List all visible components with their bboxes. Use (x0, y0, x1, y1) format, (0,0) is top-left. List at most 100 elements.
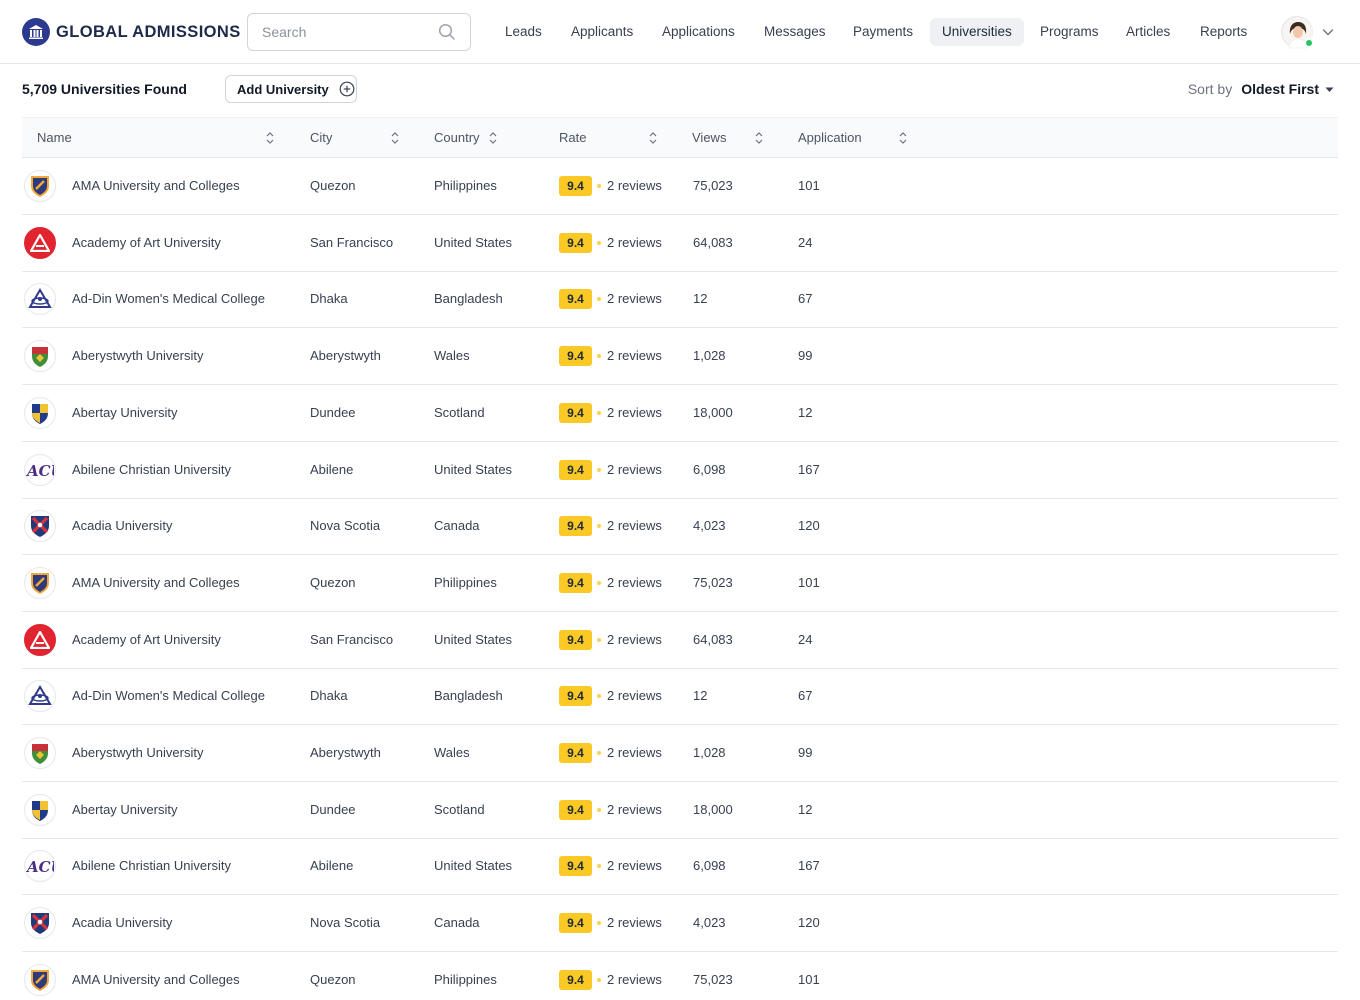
nav-programs[interactable]: Programs (1028, 18, 1111, 46)
table-row[interactable]: Ad-Din Women's Medical College Dhaka Bangl… (22, 668, 1338, 726)
separator-dot (597, 637, 601, 642)
chevron-down-icon[interactable] (1321, 25, 1335, 39)
sort-arrows-icon[interactable] (488, 131, 498, 145)
applications-cell: 24 (798, 631, 813, 647)
university-name[interactable]: Aberystwyth University (72, 328, 203, 384)
reviews-count[interactable]: 2 reviews (607, 498, 662, 554)
reviews-count[interactable]: 2 reviews (607, 385, 662, 441)
column-header-rate[interactable]: Rate (559, 118, 586, 158)
table-row[interactable]: Ad-Din Women's Medical College Dhaka Bangl… (22, 271, 1338, 329)
university-name[interactable]: Acadia University (72, 895, 172, 951)
search-input[interactable] (248, 14, 428, 50)
views-cell: 18,000 (693, 404, 733, 420)
caret-down-icon[interactable] (1325, 85, 1334, 94)
table-row[interactable]: Aberystwyth University Aberystwyth Wales 9.… (22, 328, 1338, 386)
sort-control[interactable]: Sort by Oldest First (1188, 78, 1334, 100)
table-row[interactable]: ACU Abilene Christian University Abilene Un… (22, 838, 1338, 896)
table-row[interactable]: Acadia University Nova Scotia Canada 9.4 2 r… (22, 895, 1338, 953)
reviews-count[interactable]: 2 reviews (607, 782, 662, 838)
sort-arrows-icon[interactable] (648, 131, 658, 145)
separator-dot (597, 694, 601, 699)
reviews-count[interactable]: 2 reviews (607, 328, 662, 384)
rate-badge: 9.4 (559, 913, 592, 934)
reviews-count[interactable]: 2 reviews (607, 271, 662, 327)
reviews-count[interactable]: 2 reviews (607, 668, 662, 724)
nav-applicants[interactable]: Applicants (559, 18, 645, 46)
rate-badge: 9.4 (559, 629, 592, 650)
university-name[interactable]: Aberystwyth University (72, 725, 203, 781)
nav-messages[interactable]: Messages (752, 18, 838, 46)
separator-dot (597, 864, 601, 869)
column-header-views[interactable]: Views (692, 118, 726, 158)
table-row[interactable]: Abertay University Dundee Scotland 9.4 2 rev… (22, 782, 1338, 839)
university-name[interactable]: Academy of Art University (72, 612, 221, 668)
table-row[interactable]: Academy of Art University San Francisco Un… (22, 215, 1338, 272)
reviews-count[interactable]: 2 reviews (607, 725, 662, 781)
sort-arrows-icon[interactable] (898, 131, 908, 145)
university-name[interactable]: Acadia University (72, 498, 172, 554)
university-name[interactable]: Abilene Christian University (72, 442, 231, 498)
reviews-count[interactable]: 2 reviews (607, 952, 662, 1000)
sort-arrows-icon[interactable] (390, 131, 400, 145)
table-row[interactable]: Acadia University Nova Scotia Canada 9.4 2 r… (22, 498, 1338, 556)
add-university-label: Add University (237, 81, 329, 97)
reviews-count[interactable]: 2 reviews (607, 442, 662, 498)
city-cell: Aberystwyth (310, 348, 381, 364)
shield-red-blue-icon (24, 510, 56, 543)
search-icon[interactable] (438, 23, 456, 41)
column-header-name[interactable]: Name (37, 118, 72, 158)
reviews-count[interactable]: 2 reviews (607, 612, 662, 668)
brand[interactable]: GLOBAL ADMISSIONS (22, 17, 241, 47)
country-cell: United States (434, 631, 513, 647)
user-avatar[interactable] (1281, 16, 1314, 49)
university-name[interactable]: Abilene Christian University (72, 838, 231, 894)
add-university-button[interactable]: Add University (225, 75, 357, 103)
country-cell: Bangladesh (434, 291, 503, 307)
rate-badge: 9.4 (559, 346, 592, 367)
country-cell: Canada (434, 915, 480, 931)
nav-leads[interactable]: Leads (493, 18, 554, 46)
table-row[interactable]: Aberystwyth University Aberystwyth Wales 9.… (22, 725, 1338, 782)
university-name[interactable]: AMA University and Colleges (72, 158, 240, 214)
nav-universities[interactable]: Universities (930, 18, 1024, 46)
university-name[interactable]: AMA University and Colleges (72, 555, 240, 611)
table-row[interactable]: AMA University and Colleges Quezon Philipp… (22, 555, 1338, 612)
applications-cell: 101 (798, 178, 820, 193)
university-building-icon (22, 18, 50, 46)
university-name[interactable]: Academy of Art University (72, 215, 221, 271)
shield-red-blue-icon (24, 907, 56, 940)
university-name[interactable]: AMA University and Colleges (72, 952, 240, 1000)
column-header-city[interactable]: City (310, 118, 332, 158)
views-cell: 75,023 (693, 971, 733, 987)
city-cell: Aberystwyth (310, 745, 381, 760)
sort-arrows-icon[interactable] (754, 131, 764, 145)
reviews-count[interactable]: 2 reviews (607, 838, 662, 894)
table-row[interactable]: ACU Abilene Christian University Abilene Un… (22, 442, 1338, 499)
university-name[interactable]: Abertay University (72, 385, 177, 441)
reviews-count[interactable]: 2 reviews (607, 555, 662, 611)
nav-reports[interactable]: Reports (1188, 18, 1259, 46)
table-row[interactable]: Abertay University Dundee Scotland 9.4 2 rev… (22, 385, 1338, 442)
reviews-count[interactable]: 2 reviews (607, 895, 662, 951)
table-row[interactable]: AMA University and Colleges Quezon Philipp… (22, 158, 1338, 215)
sort-dropdown[interactable]: Oldest First (1241, 78, 1319, 100)
nav-applications[interactable]: Applications (650, 18, 747, 46)
table-row[interactable]: AMA University and Colleges Quezon Philipp… (22, 952, 1338, 1000)
table-row[interactable]: Academy of Art University San Francisco Un… (22, 612, 1338, 669)
crest-green-icon (24, 737, 56, 769)
rate-badge: 9.4 (559, 516, 592, 537)
university-name[interactable]: Ad-Din Women's Medical College (72, 668, 265, 724)
search-box[interactable] (247, 13, 471, 51)
column-header-application[interactable]: Application (798, 118, 862, 158)
sort-arrows-icon[interactable] (265, 131, 275, 145)
reviews-count[interactable]: 2 reviews (607, 215, 662, 271)
column-header-country[interactable]: Country (434, 118, 480, 158)
nav-articles[interactable]: Articles (1114, 18, 1182, 46)
city-cell: Quezon (310, 971, 356, 987)
university-name[interactable]: Abertay University (72, 782, 177, 838)
online-status-indicator (1304, 38, 1314, 48)
nav-payments[interactable]: Payments (841, 18, 925, 46)
reviews-count[interactable]: 2 reviews (607, 158, 662, 214)
views-cell: 75,023 (693, 574, 733, 590)
university-name[interactable]: Ad-Din Women's Medical College (72, 271, 265, 327)
